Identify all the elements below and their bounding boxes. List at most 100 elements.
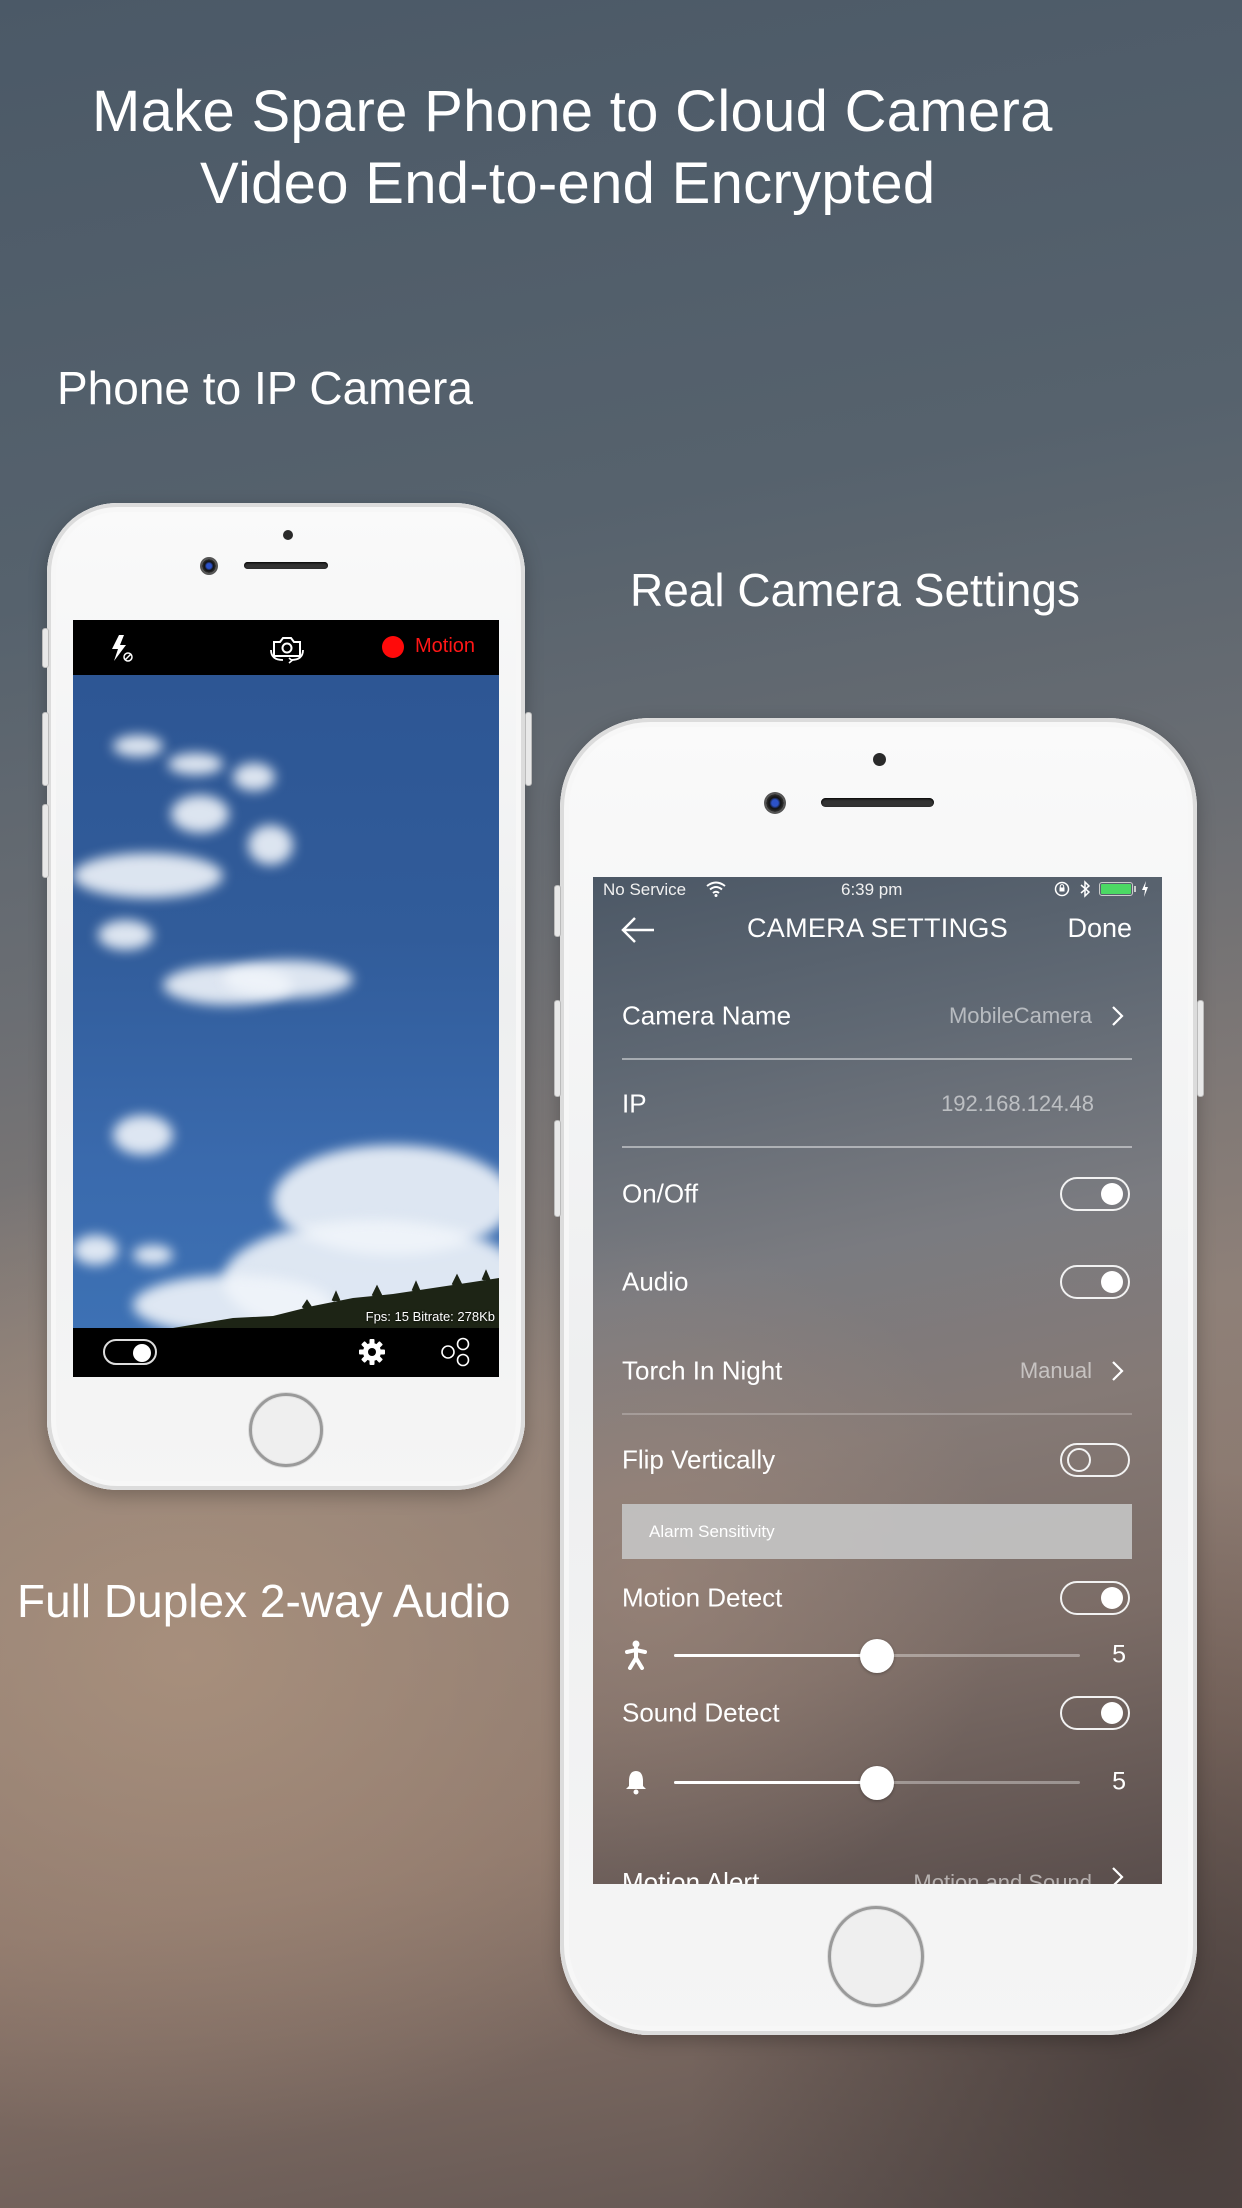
setting-ip: IP 192.168.124.48 bbox=[622, 1060, 1132, 1148]
right-phone-proximity-sensor bbox=[873, 753, 886, 766]
left-phone-mute-switch bbox=[42, 628, 49, 668]
flip-vertically-toggle[interactable] bbox=[1060, 1443, 1130, 1477]
setting-on-off: On/Off bbox=[622, 1150, 1132, 1238]
left-phone-volume-down bbox=[42, 804, 49, 878]
cloud bbox=[73, 1235, 118, 1265]
setting-motion-alert[interactable]: Motion Alert Motion and Sound bbox=[622, 1812, 1132, 1884]
on-off-toggle[interactable] bbox=[1060, 1177, 1130, 1211]
headline-line-1: Make Spare Phone to Cloud Camera bbox=[92, 79, 1053, 144]
torch-value: Manual bbox=[1019, 1358, 1092, 1383]
setting-torch-in-night[interactable]: Torch In Night Manual bbox=[622, 1327, 1132, 1415]
right-phone-power-button bbox=[1197, 1000, 1204, 1097]
stream-toggle[interactable] bbox=[103, 1339, 157, 1365]
setting-label: Audio bbox=[622, 1266, 689, 1297]
left-phone-volume-up bbox=[42, 712, 49, 786]
gear-icon[interactable] bbox=[358, 1338, 386, 1366]
caption-real-settings: Real Camera Settings bbox=[630, 564, 1080, 616]
setting-audio: Audio bbox=[622, 1238, 1132, 1326]
battery-cap bbox=[1134, 886, 1136, 892]
battery-level bbox=[1101, 884, 1131, 894]
divider bbox=[622, 1146, 1132, 1148]
toggle-knob bbox=[1101, 1587, 1123, 1609]
bluetooth-icon bbox=[1080, 880, 1091, 898]
done-button[interactable]: Done bbox=[1067, 913, 1132, 944]
right-phone-volume-up bbox=[554, 1000, 561, 1097]
setting-motion-detect: Motion Detect bbox=[622, 1562, 1132, 1634]
right-phone-home-button[interactable] bbox=[828, 1906, 924, 2007]
left-phone-proximity-sensor bbox=[283, 530, 293, 540]
cloud bbox=[171, 795, 229, 833]
stream-stats: Fps: 15 Bitrate: 278Kb bbox=[365, 1309, 495, 1324]
setting-label: Motion Alert bbox=[622, 1867, 760, 1884]
cloud bbox=[113, 735, 163, 757]
sound-sensitivity-track[interactable] bbox=[674, 1765, 1080, 1800]
sound-sensitivity-value: 5 bbox=[1112, 1767, 1126, 1796]
motion-label: Motion bbox=[415, 635, 476, 657]
setting-label: Sound Detect bbox=[622, 1697, 780, 1728]
setting-label: On/Off bbox=[622, 1178, 699, 1209]
divider bbox=[622, 1413, 1132, 1415]
nav-bar: CAMERA SETTINGS Done bbox=[593, 901, 1162, 959]
headline-line-2: Video End-to-end Encrypted bbox=[200, 151, 936, 216]
flash-auto-off-icon[interactable] bbox=[109, 634, 133, 662]
chevron-right-icon bbox=[1112, 1006, 1124, 1026]
toggle-knob bbox=[1067, 1448, 1091, 1472]
audio-toggle[interactable] bbox=[1060, 1265, 1130, 1299]
motion-sensitivity-fill bbox=[674, 1654, 877, 1657]
chevron-right-icon bbox=[1112, 1361, 1124, 1381]
camera-bottom-bar bbox=[73, 1328, 499, 1377]
stream-toggle-knob bbox=[133, 1344, 151, 1362]
share-icon[interactable] bbox=[440, 1337, 472, 1367]
carrier-label: No Service bbox=[603, 880, 687, 899]
section-header-alarm-sensitivity: Alarm Sensitivity bbox=[622, 1504, 1132, 1559]
caption-phone-to-ip: Phone to IP Camera bbox=[57, 362, 473, 414]
orientation-lock-icon bbox=[1054, 881, 1070, 897]
right-phone-mute-switch bbox=[554, 885, 561, 937]
left-phone-power-button bbox=[525, 712, 532, 786]
bell-icon bbox=[626, 1771, 646, 1795]
right-phone-earpiece bbox=[821, 798, 934, 807]
cloud bbox=[168, 753, 223, 775]
motion-detect-toggle[interactable] bbox=[1060, 1581, 1130, 1615]
setting-camera-name[interactable]: Camera Name MobileCamera bbox=[622, 972, 1132, 1060]
left-phone-earpiece bbox=[244, 562, 328, 569]
sound-sensitivity-thumb[interactable] bbox=[860, 1765, 894, 1800]
right-phone-volume-down bbox=[554, 1120, 561, 1217]
wifi-icon bbox=[706, 881, 726, 897]
cloud bbox=[113, 1115, 173, 1155]
toggle-knob bbox=[1101, 1271, 1123, 1293]
cloud bbox=[133, 1245, 173, 1265]
motion-sensitivity-track[interactable] bbox=[674, 1638, 1080, 1673]
cloud bbox=[223, 960, 353, 998]
walking-person-icon bbox=[625, 1640, 647, 1670]
setting-label: Torch In Night bbox=[622, 1355, 783, 1386]
battery-icon bbox=[1099, 882, 1133, 896]
ip-value: 192.168.124.48 bbox=[941, 1091, 1094, 1116]
toggle-knob bbox=[1101, 1183, 1123, 1205]
cloud bbox=[248, 825, 293, 865]
setting-flip-vertically: Flip Vertically bbox=[622, 1416, 1132, 1504]
camera-top-bar: Motion bbox=[73, 620, 499, 675]
cloud bbox=[233, 763, 275, 791]
setting-sound-detect: Sound Detect bbox=[622, 1679, 1132, 1747]
cloud bbox=[98, 920, 153, 950]
setting-label: Flip Vertically bbox=[622, 1444, 776, 1475]
left-phone-screen: Motion Fps: 15 Bitrate: 278Kb bbox=[73, 620, 499, 1377]
cloud bbox=[73, 853, 223, 898]
sound-sensitivity-slider-row: 5 bbox=[622, 1757, 1132, 1807]
section-header-label: Alarm Sensitivity bbox=[649, 1521, 775, 1541]
setting-label: Camera Name bbox=[622, 1000, 792, 1031]
charging-icon bbox=[1142, 881, 1148, 897]
sound-sensitivity-fill bbox=[674, 1781, 877, 1784]
caption-full-duplex: Full Duplex 2-way Audio bbox=[17, 1575, 511, 1627]
motion-sensitivity-slider-row: 5 bbox=[622, 1630, 1132, 1680]
toggle-knob bbox=[1101, 1702, 1123, 1724]
motion-sensitivity-thumb[interactable] bbox=[860, 1638, 894, 1673]
camera-settings-screen: No Service 6:39 pm CAMERA SETTINGS Done … bbox=[593, 877, 1162, 1884]
sound-detect-toggle[interactable] bbox=[1060, 1696, 1130, 1730]
switch-camera-icon[interactable] bbox=[268, 632, 306, 664]
status-bar: No Service 6:39 pm bbox=[593, 877, 1162, 901]
chevron-right-icon bbox=[1112, 1867, 1124, 1884]
motion-sensitivity-value: 5 bbox=[1112, 1640, 1126, 1669]
left-phone-home-button[interactable] bbox=[249, 1393, 323, 1467]
